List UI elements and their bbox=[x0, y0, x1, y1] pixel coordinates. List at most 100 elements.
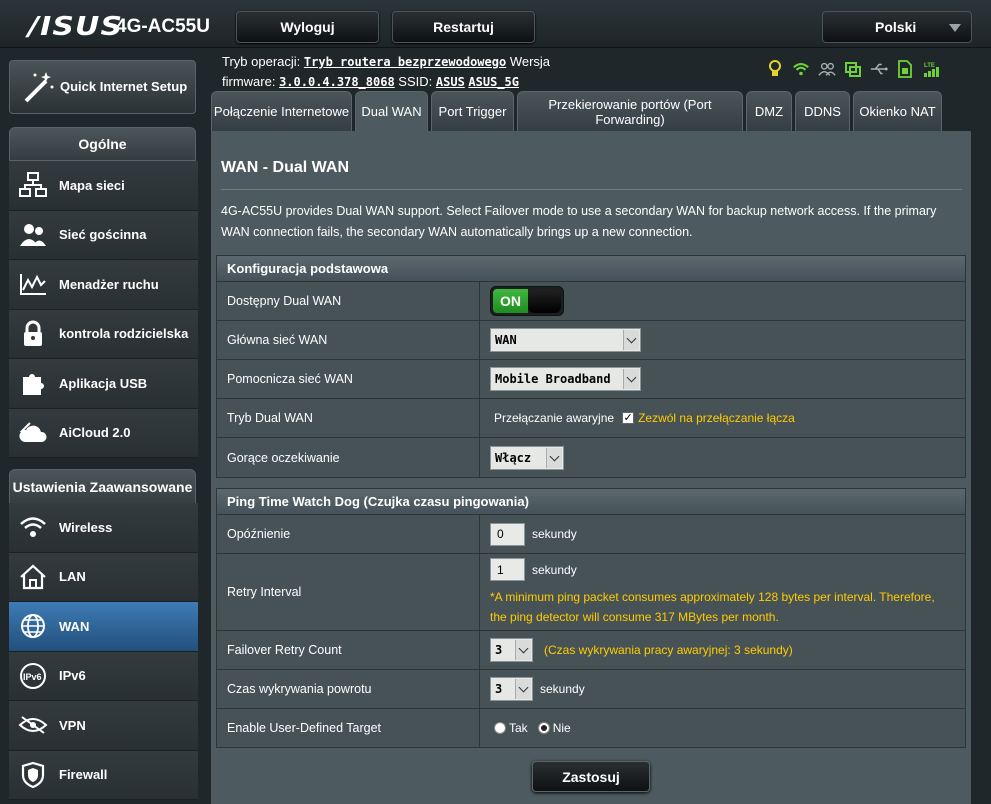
primary-wan-select[interactable]: WAN bbox=[490, 328, 641, 352]
retry-note-line-2: the ping detector will consume 317 MByte… bbox=[490, 610, 779, 624]
secondary-wan-select[interactable]: Mobile Broadband bbox=[490, 367, 641, 391]
sidebar-item-guest-network[interactable]: Sieć gościnna bbox=[9, 210, 198, 260]
basic-config-header: Konfiguracja podstawowa bbox=[217, 256, 965, 282]
recovery-detect-select[interactable]: 3 bbox=[490, 677, 533, 701]
sidebar-item-wireless[interactable]: Wireless bbox=[9, 503, 198, 553]
sidebar-item-network-map[interactable]: Mapa sieci bbox=[9, 161, 198, 211]
sidebar-item-label: IPv6 bbox=[59, 668, 86, 684]
ssid-link-1[interactable]: ASUS bbox=[436, 75, 465, 89]
allow-failback-label: Zezwól na przełączanie łącza bbox=[638, 411, 795, 425]
tab-port-trigger[interactable]: Port Trigger bbox=[431, 91, 514, 131]
sidebar-item-ipv6[interactable]: IPv6 IPv6 bbox=[9, 651, 198, 701]
page-title: WAN - Dual WAN bbox=[221, 159, 349, 176]
apply-button[interactable]: Zastosuj bbox=[532, 761, 650, 792]
lightbulb-icon[interactable] bbox=[766, 60, 784, 78]
svg-text:IPv6: IPv6 bbox=[23, 672, 42, 682]
dual-wan-mode-label: Tryb Dual WAN bbox=[217, 399, 480, 437]
sidebar-item-aicloud[interactable]: AiCloud 2.0 bbox=[9, 408, 198, 458]
restart-button[interactable]: Restartuj bbox=[392, 11, 535, 43]
ping-watchdog-header: Ping Time Watch Dog (Czujka czasu pingow… bbox=[217, 489, 965, 515]
tab-ddns[interactable]: DDNS bbox=[795, 91, 850, 131]
sim-icon[interactable] bbox=[896, 60, 914, 78]
sidebar-item-label: LAN bbox=[59, 569, 86, 585]
table-row: Enable User-Defined Target Tak Nie bbox=[217, 709, 965, 747]
language-select[interactable]: Polski bbox=[822, 11, 972, 43]
user-target-label: Enable User-Defined Target bbox=[217, 709, 480, 747]
chevron-down-icon bbox=[515, 679, 531, 699]
ssid-label: SSID: bbox=[398, 74, 433, 89]
lte-signal-icon[interactable]: LTE bbox=[922, 60, 940, 78]
dual-wan-toggle[interactable]: ON bbox=[490, 286, 564, 316]
status-icons: LTE bbox=[766, 60, 940, 78]
tab-internet-connection[interactable]: Połączenie Internetowe bbox=[211, 91, 352, 131]
logout-button[interactable]: Wyloguj bbox=[236, 11, 379, 43]
retry-interval-unit: sekundy bbox=[532, 562, 577, 577]
table-row: Czas wykrywania powrotu 3 sekundy bbox=[217, 670, 965, 709]
tab-nat-passthrough[interactable]: Okienko NAT bbox=[853, 91, 942, 131]
sidebar-item-label: kontrola rodzicielska bbox=[59, 326, 189, 342]
mode-link[interactable]: Tryb routera bezprzewodowego bbox=[304, 55, 506, 69]
advanced-section-header: Ustawienia Zaawansowane bbox=[9, 469, 196, 505]
external-storage-icon[interactable] bbox=[844, 60, 862, 78]
magic-wand-icon bbox=[18, 67, 58, 107]
basic-config-table: Konfiguracja podstawowa Dostępny Dual WA… bbox=[216, 255, 966, 478]
aicloud-icon bbox=[17, 417, 49, 449]
general-menu: Mapa sieci Sieć gościnna Menadżer ruchu … bbox=[9, 161, 198, 458]
primary-wan-value: WAN bbox=[495, 333, 517, 347]
parental-lock-icon bbox=[17, 318, 49, 350]
sidebar-item-traffic-manager[interactable]: Menadżer ruchu bbox=[9, 260, 198, 310]
usb-icon[interactable] bbox=[870, 60, 888, 78]
sidebar-item-label: VPN bbox=[59, 717, 86, 733]
clients-icon[interactable] bbox=[818, 60, 836, 78]
traffic-manager-icon bbox=[17, 268, 49, 300]
chevron-down-icon bbox=[515, 640, 531, 660]
firmware-label: firmware: bbox=[222, 74, 276, 89]
delay-label: Opóźnienie bbox=[217, 515, 480, 553]
tab-port-forwarding[interactable]: Przekierowanie portów (Port Forwarding) bbox=[517, 91, 743, 131]
dual-wan-mode-value: Przełączanie awaryjne bbox=[494, 411, 615, 425]
failover-retry-value: 3 bbox=[495, 643, 503, 657]
chevron-down-icon bbox=[623, 330, 639, 350]
chevron-down-icon bbox=[949, 24, 961, 32]
page-description: 4G-AC55U provides Dual WAN support. Sele… bbox=[221, 204, 937, 239]
toggle-on-label: ON bbox=[493, 289, 528, 313]
toggle-knob bbox=[528, 289, 561, 313]
chevron-down-icon bbox=[546, 447, 562, 468]
failover-retry-select[interactable]: 3 bbox=[490, 638, 533, 662]
hot-standby-select[interactable]: Włącz bbox=[490, 445, 564, 470]
target-yes-radio[interactable] bbox=[494, 722, 506, 734]
asus-logo: /ISUS bbox=[28, 12, 124, 42]
sidebar-item-wan[interactable]: WAN bbox=[9, 602, 198, 652]
target-no-radio[interactable] bbox=[537, 722, 550, 734]
tab-dmz[interactable]: DMZ bbox=[746, 91, 792, 131]
general-section-header: Ogólne bbox=[9, 127, 196, 161]
lan-home-icon bbox=[17, 561, 49, 593]
sidebar-item-label: Sieć gościnna bbox=[59, 227, 147, 243]
vpn-icon bbox=[17, 709, 49, 741]
main-panel: WAN - Dual WAN 4G-AC55U provides Dual WA… bbox=[211, 131, 971, 804]
tab-dual-wan[interactable]: Dual WAN bbox=[355, 91, 428, 131]
firmware-link[interactable]: 3.0.0.4.378_8068 bbox=[279, 75, 395, 89]
retry-interval-input[interactable]: 1 bbox=[490, 558, 525, 581]
sidebar-item-vpn[interactable]: VPN bbox=[9, 701, 198, 751]
table-row: Główna sieć WAN WAN bbox=[217, 321, 965, 360]
network-map-icon bbox=[17, 169, 49, 201]
allow-failback-checkbox[interactable]: ✓ bbox=[622, 412, 635, 424]
wifi-signal-icon[interactable] bbox=[792, 60, 810, 78]
table-row: Gorące oczekiwanie Włącz bbox=[217, 438, 965, 477]
delay-input[interactable]: 0 bbox=[490, 522, 525, 546]
target-yes-label: Tak bbox=[509, 721, 528, 735]
top-bar: /ISUS 4G-AC55U Wyloguj Restartuj Polski bbox=[0, 0, 991, 48]
table-row: Retry Interval 1 sekundy *A minimum ping… bbox=[217, 554, 965, 631]
sidebar-item-usb-application[interactable]: Aplikacja USB bbox=[9, 359, 198, 409]
quick-internet-setup-button[interactable]: Quick Internet Setup bbox=[9, 60, 196, 114]
sidebar-item-lan[interactable]: LAN bbox=[9, 552, 198, 602]
target-no-label: Nie bbox=[552, 721, 571, 735]
sidebar-item-firewall[interactable]: Firewall bbox=[9, 750, 198, 800]
ssid-link-2[interactable]: ASUS_5G bbox=[468, 75, 519, 89]
failover-retry-label: Failover Retry Count bbox=[217, 631, 480, 669]
firewall-icon bbox=[17, 759, 49, 791]
sidebar-item-parental-control[interactable]: kontrola rodzicielska bbox=[9, 309, 198, 359]
sidebar-item-label: Menadżer ruchu bbox=[59, 276, 159, 292]
version-label: Wersja bbox=[509, 54, 551, 69]
